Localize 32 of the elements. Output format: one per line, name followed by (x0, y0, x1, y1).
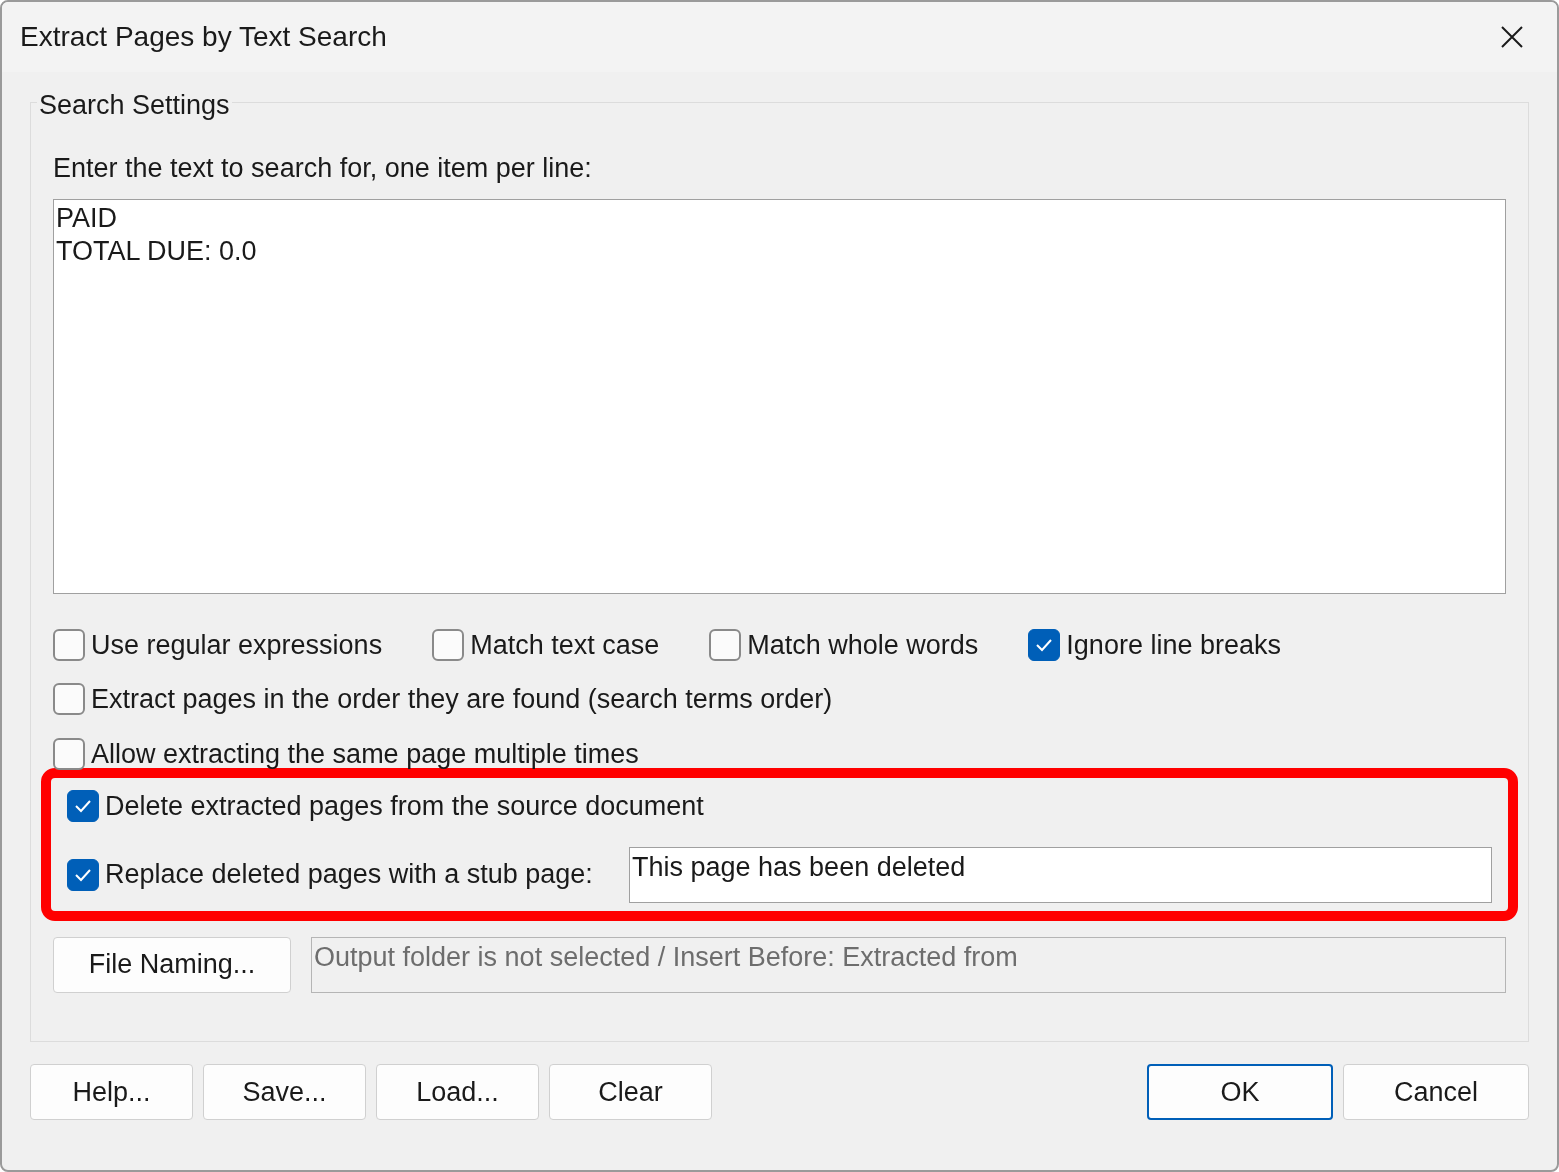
dialog-button[interactable]: File Naming... (53, 936, 291, 993)
output-field[interactable]: Output folder is not selected / Insert Before: Extracted from (311, 936, 1506, 993)
checkbox-label[interactable]: Match whole words (747, 624, 979, 665)
dialog-button[interactable]: Load... (376, 1064, 539, 1120)
checkmark-icon (1035, 637, 1054, 652)
close-icon[interactable] (1501, 26, 1523, 48)
dialog-button[interactable]: OK (1147, 1064, 1333, 1120)
search-label: Enter the text to search for, one item per line: (53, 152, 593, 185)
checkbox-label[interactable]: Use regular expressions (91, 624, 383, 665)
window-title: Extract Pages by Text Search (20, 20, 387, 54)
checkbox-label[interactable]: Delete extracted pages from the source document (105, 786, 704, 827)
checkbox[interactable] (67, 790, 99, 823)
dialog-button[interactable]: Cancel (1343, 1064, 1529, 1120)
checkbox-label[interactable]: Allow extracting the same page multiple times (91, 733, 639, 774)
checkbox-label[interactable]: Match text case (470, 624, 660, 665)
checkbox[interactable] (53, 683, 85, 716)
search-text-field[interactable]: PAID TOTAL DUE: 0.0 (53, 198, 1506, 594)
checkbox[interactable] (53, 628, 85, 661)
checkbox-label[interactable]: Ignore line breaks (1066, 624, 1281, 665)
checkbox[interactable] (53, 737, 85, 770)
checkbox[interactable] (709, 628, 742, 661)
checkbox-label[interactable]: Extract pages in the order they are found (search terms order) (91, 679, 833, 720)
dialog-button[interactable]: Save... (203, 1064, 366, 1120)
checkbox[interactable] (67, 858, 99, 891)
checkbox-label[interactable]: Replace deleted pages with a stub page: (105, 854, 593, 895)
checkbox[interactable] (1028, 628, 1061, 661)
stub-text-field[interactable]: This page has been deleted (629, 846, 1492, 903)
checkbox[interactable] (432, 628, 465, 661)
dialog-button[interactable]: Help... (30, 1064, 193, 1120)
checkmark-icon (74, 867, 92, 882)
dialog-button[interactable]: Clear (549, 1064, 712, 1120)
checkmark-icon (74, 799, 92, 814)
